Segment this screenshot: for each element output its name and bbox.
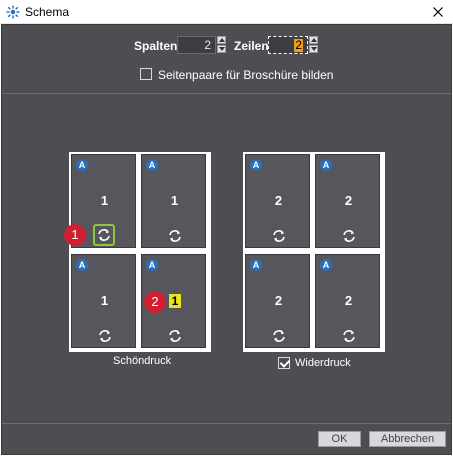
page-number: 2 bbox=[344, 193, 353, 208]
zeilen-down-button[interactable] bbox=[309, 45, 318, 53]
schema-grid-icon bbox=[6, 5, 20, 19]
page-badge: A bbox=[146, 159, 158, 171]
rotate-icon bbox=[169, 330, 181, 342]
rotate-button[interactable] bbox=[340, 327, 356, 343]
front-page-2[interactable]: A 1 bbox=[141, 154, 206, 248]
zeilen-up-button[interactable] bbox=[309, 36, 318, 44]
page-number: 1 bbox=[100, 193, 109, 208]
back-sheet: A 2 A 2 A 2 A 2 bbox=[243, 152, 385, 352]
back-page-2[interactable]: A 2 bbox=[315, 154, 380, 248]
ok-button[interactable]: OK bbox=[318, 431, 361, 447]
footer-separator bbox=[2, 423, 451, 424]
page-badge: A bbox=[320, 159, 332, 171]
spalten-stepper[interactable]: 2 bbox=[177, 36, 228, 54]
page-badge: A bbox=[76, 259, 88, 271]
rotate-button[interactable] bbox=[166, 327, 182, 343]
page-number-highlighted[interactable]: 1 bbox=[169, 294, 181, 308]
page-badge: A bbox=[250, 159, 262, 171]
rotate-icon bbox=[99, 330, 111, 342]
close-button[interactable] bbox=[423, 0, 453, 24]
rotate-button[interactable] bbox=[270, 327, 286, 343]
window-title: Schema bbox=[25, 5, 70, 19]
rotate-button[interactable] bbox=[270, 227, 286, 243]
callout-marker-1: 1 bbox=[64, 224, 86, 246]
rotate-button[interactable] bbox=[93, 224, 115, 246]
page-number: 2 bbox=[274, 293, 283, 308]
page-number: 1 bbox=[170, 193, 179, 208]
separator bbox=[2, 93, 451, 94]
back-page-3[interactable]: A 2 bbox=[245, 254, 310, 348]
front-sheet: A 1 A 1 A 1 A 1 bbox=[69, 152, 211, 352]
rotate-icon bbox=[98, 229, 110, 241]
zeilen-value: 2 bbox=[294, 38, 303, 52]
booklet-checkbox[interactable] bbox=[140, 68, 152, 80]
page-number: 2 bbox=[274, 193, 283, 208]
zeilen-input[interactable]: 2 bbox=[268, 36, 308, 54]
back-page-4[interactable]: A 2 bbox=[315, 254, 380, 348]
front-caption: Schöndruck bbox=[113, 355, 172, 367]
page-number: 2 bbox=[344, 293, 353, 308]
rotate-button[interactable] bbox=[96, 327, 112, 343]
rotate-button[interactable] bbox=[340, 227, 356, 243]
footer: OK Abbrechen bbox=[2, 425, 451, 454]
page-badge: A bbox=[76, 159, 88, 171]
page-badge: A bbox=[146, 259, 158, 271]
title-bar: Schema bbox=[0, 0, 453, 24]
page-badge: A bbox=[320, 259, 332, 271]
page-badge: A bbox=[250, 259, 262, 271]
rotate-icon bbox=[343, 330, 355, 342]
back-caption: Widerdruck bbox=[295, 357, 351, 369]
close-icon bbox=[433, 7, 443, 17]
front-page-3[interactable]: A 1 bbox=[71, 254, 136, 348]
spalten-input[interactable]: 2 bbox=[177, 36, 216, 54]
page-number: 1 bbox=[100, 293, 109, 308]
back-page-1[interactable]: A 2 bbox=[245, 154, 310, 248]
booklet-label: Seitenpaare für Broschüre bilden bbox=[158, 68, 334, 82]
zeilen-stepper[interactable]: 2 bbox=[268, 36, 320, 54]
rotate-icon bbox=[273, 330, 285, 342]
spalten-label: Spalten bbox=[134, 39, 178, 53]
spalten-up-button[interactable] bbox=[217, 36, 226, 44]
callout-marker-2: 2 bbox=[144, 291, 166, 313]
rotate-icon bbox=[169, 230, 181, 242]
cancel-button[interactable]: Abbrechen bbox=[369, 431, 446, 447]
dialog-body: Spalten 2 Zeilen 2 Seitenpaare für Brosc… bbox=[1, 24, 452, 455]
rotate-button[interactable] bbox=[166, 227, 182, 243]
spalten-down-button[interactable] bbox=[217, 45, 226, 53]
rotate-icon bbox=[343, 230, 355, 242]
rotate-icon bbox=[273, 230, 285, 242]
widerdruck-checkbox[interactable] bbox=[278, 357, 290, 369]
zeilen-label: Zeilen bbox=[234, 39, 269, 53]
